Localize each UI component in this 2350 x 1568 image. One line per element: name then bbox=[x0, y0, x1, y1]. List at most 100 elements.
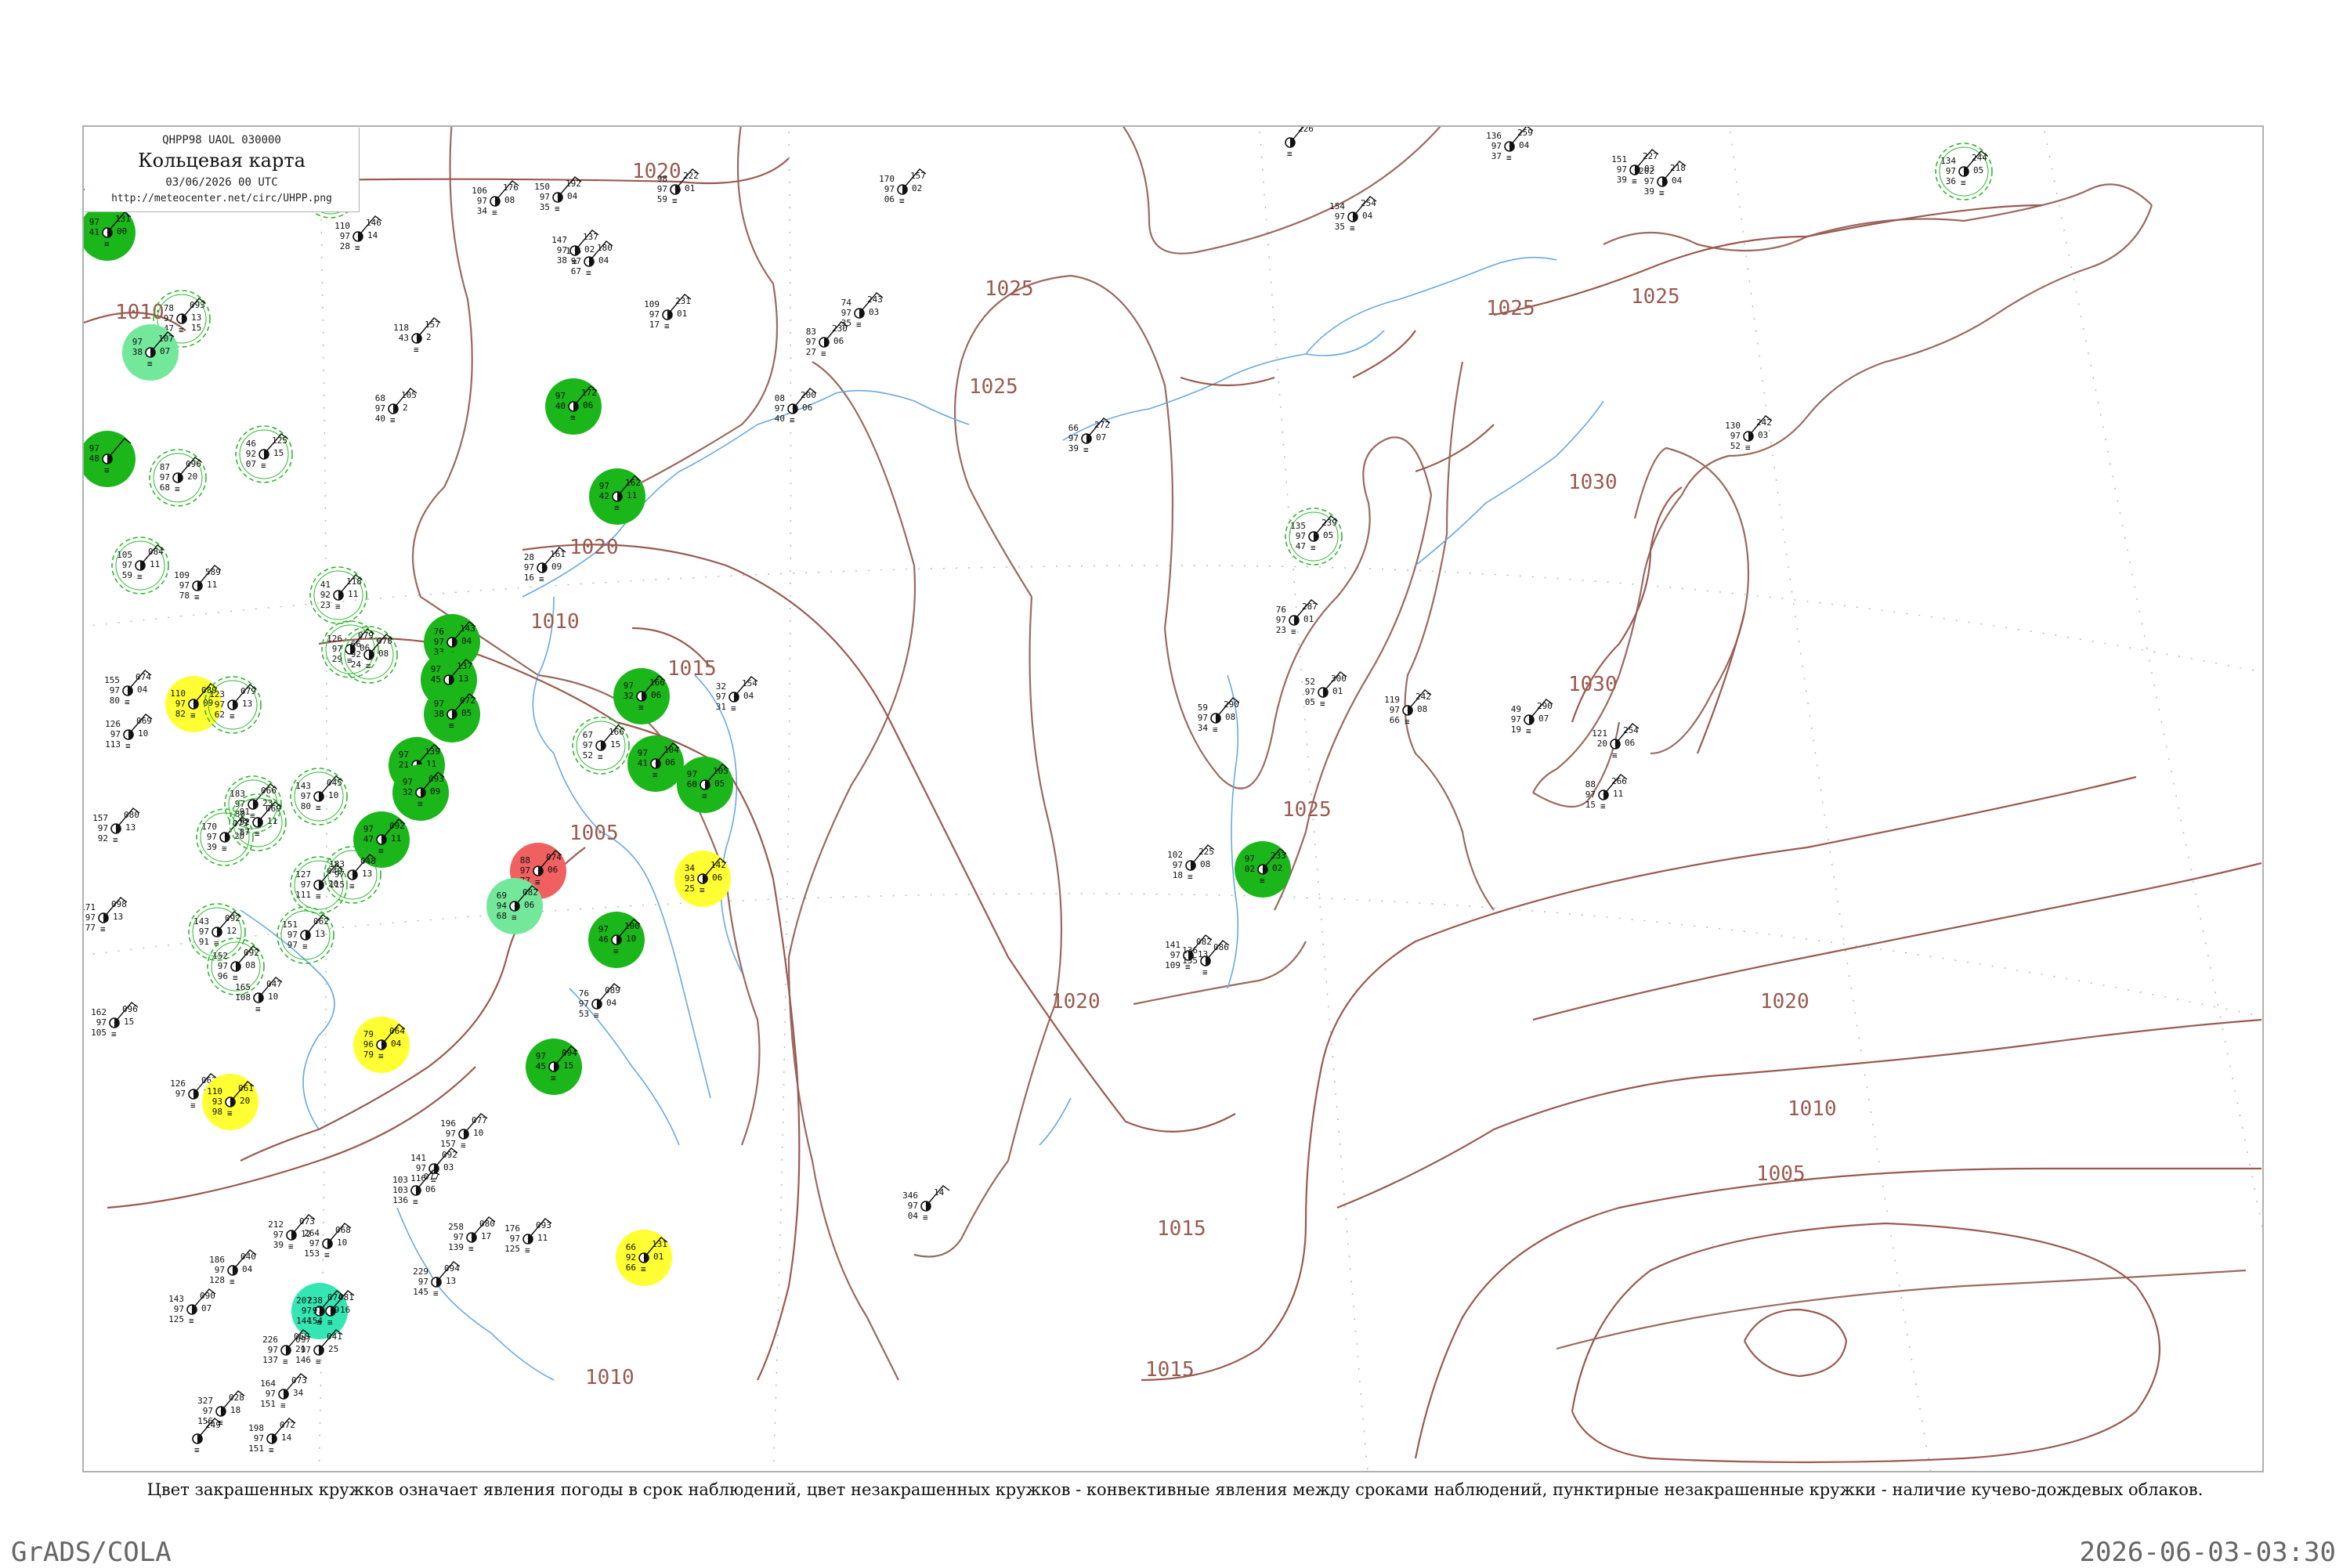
station-value: 66 bbox=[626, 1242, 636, 1252]
present-weather-icon: ≡ bbox=[468, 1244, 474, 1254]
station-plot[interactable]: 072 9738 05 ≡ bbox=[424, 686, 480, 742]
station-value: 97 bbox=[301, 791, 311, 801]
station-value: 153 bbox=[304, 1248, 320, 1259]
station-plot[interactable]: 073 16497151 34 ≡ bbox=[260, 1373, 308, 1411]
station-plot[interactable]: 093 17697125 11 ≡ bbox=[504, 1218, 552, 1255]
pressure-value: 074 bbox=[136, 672, 151, 682]
station-plot[interactable]: 272 669739 07 ≡ bbox=[1068, 417, 1111, 455]
station-plot[interactable]: 093 9732 09 ≡ bbox=[392, 764, 449, 821]
station-plot[interactable]: 080 1579792 13 ≡ bbox=[92, 807, 140, 845]
station-plot[interactable]: 089 769753 04 ≡ bbox=[579, 983, 621, 1021]
station-plot[interactable]: 040 18697128 04 ≡ bbox=[209, 1249, 257, 1287]
station-value: 66 bbox=[1390, 715, 1400, 725]
station-plot[interactable]: 131 669266 01 ≡ bbox=[616, 1230, 672, 1286]
map-url[interactable]: http://meteocenter.net/circ/UHPP.png bbox=[85, 193, 359, 204]
present-weather-icon: ≡ bbox=[598, 752, 603, 762]
station-plot[interactable]: 061 1109398 20 ≡ bbox=[202, 1074, 258, 1130]
station-plot[interactable]: 300 529705 01 ≡ bbox=[1305, 671, 1347, 709]
station-plot[interactable]: 162 9742 11 ≡ bbox=[589, 468, 645, 525]
station-plot[interactable]: 239 1359747 05 ≡ bbox=[1285, 508, 1343, 565]
station-plot[interactable]: 062151979713≡ bbox=[277, 906, 334, 964]
station-plot[interactable]: 142 349325 06 ≡ bbox=[674, 851, 731, 907]
station-plot[interactable]: 290 499719 07 ≡ bbox=[1511, 699, 1553, 736]
station-plot[interactable]: 154 329731 04 ≡ bbox=[716, 676, 758, 714]
station-plot[interactable]: 131 9741 00 ≡ bbox=[84, 204, 136, 261]
station-plot[interactable]: 098 1719777 13 ≡ bbox=[84, 897, 128, 934]
pressure-value: 266 bbox=[1611, 776, 1627, 786]
pressure-value: 143 bbox=[460, 623, 475, 634]
pressure-value: 092 bbox=[389, 821, 405, 831]
station-plot[interactable]: 589 1099778 11 ≡ bbox=[174, 565, 222, 602]
pressure-value: 079 bbox=[240, 686, 256, 696]
station-plot[interactable]: 146 1109728 14 ≡ bbox=[334, 215, 382, 253]
station-plot[interactable]: 231 1099717 01 ≡ bbox=[644, 294, 692, 331]
station-plot[interactable]: 096 879768 20 ≡ bbox=[149, 449, 207, 507]
station-plot[interactable]: 064 799679 04 ≡ bbox=[353, 1017, 410, 1073]
station-plot[interactable]: 287 769723 01 ≡ bbox=[1276, 599, 1318, 637]
station-plot[interactable]: 094 9745 15 ≡ bbox=[526, 1039, 582, 1095]
station-plot[interactable]: 290 599734 08 ≡ bbox=[1198, 697, 1240, 735]
station-value: 97 bbox=[884, 184, 895, 194]
present-weather-icon: ≡ bbox=[190, 1100, 196, 1111]
present-weather-icon: ≡ bbox=[539, 574, 544, 584]
station-plot[interactable]: 172 9740 06 ≡ bbox=[545, 378, 602, 435]
present-weather-icon: ≡ bbox=[349, 881, 355, 891]
tendency-value: 12 bbox=[301, 1229, 311, 1239]
station-plot[interactable]: 084 1059759 11 ≡ bbox=[111, 537, 169, 594]
station-value: 151 bbox=[1611, 154, 1627, 164]
station-plot[interactable]: 072 19897151 14 ≡ bbox=[248, 1418, 296, 1455]
station-plot[interactable]: 230 839727 06 ≡ bbox=[806, 321, 848, 359]
station-plot[interactable]: 118 419223 11 ≡ bbox=[309, 566, 367, 624]
pressure-value: 157 bbox=[910, 171, 926, 181]
station-plot[interactable]: 157 1709706 02 ≡ bbox=[879, 168, 927, 206]
station-plot[interactable]: 077 19697157 10 ≡ bbox=[440, 1113, 488, 1151]
station-plot[interactable]: 226 ≡ bbox=[1285, 127, 1314, 159]
present-weather-icon: ≡ bbox=[283, 1357, 288, 1367]
station-plot[interactable]: 069 12697113 10 ≡ bbox=[105, 714, 153, 751]
map-canvas[interactable]: 1020101010201010101510051025102510251030… bbox=[84, 127, 2264, 1472]
station-value: 35 bbox=[540, 202, 550, 212]
station-plot[interactable]: 9748 ≡ bbox=[84, 431, 136, 487]
station-plot[interactable]: 100 9746 10 ≡ bbox=[588, 912, 645, 968]
station-plot[interactable]: 200 089740 06 ≡ bbox=[775, 388, 817, 425]
tendency-value: 05 bbox=[714, 779, 725, 789]
station-plot[interactable]: 094 22997145 13 ≡ bbox=[413, 1261, 461, 1299]
station-value: 24 bbox=[351, 659, 362, 670]
station-plot[interactable]: 242 1309752 03 ≡ bbox=[1725, 415, 1773, 453]
station-value: 97 bbox=[1585, 789, 1596, 800]
station-plot[interactable]: 225 1029718 08 ≡ bbox=[1167, 844, 1215, 882]
station-plot[interactable]: 166 9732 06 ≡ bbox=[613, 668, 670, 724]
station-plot[interactable]: 244 1349736 05 ≡ bbox=[1935, 143, 1993, 201]
station-plot[interactable]: 105 9760 05 ≡ bbox=[677, 757, 733, 813]
present-weather-icon: ≡ bbox=[1506, 153, 1512, 163]
pressure-value: 090 bbox=[200, 1291, 215, 1301]
station-plot[interactable]: 080 25897139 17 ≡ bbox=[448, 1216, 496, 1254]
station-plot[interactable]: 166 679752 15 ≡ bbox=[572, 717, 630, 775]
station-plot[interactable]: 104 9741 06 ≡ bbox=[627, 735, 684, 792]
tendency-value: 04 bbox=[1672, 175, 1683, 186]
station-plot[interactable]: 157 11843 2 ≡ bbox=[393, 317, 441, 355]
station-plot[interactable]: 259 1369737 04 ≡ bbox=[1486, 127, 1534, 163]
station-plot[interactable]: 105 689740 2 ≡ bbox=[375, 388, 418, 425]
station-plot[interactable]: 14 3469704 ≡ bbox=[902, 1185, 950, 1223]
pressure-value: 081 bbox=[338, 1292, 354, 1302]
station-plot[interactable]: 242 1199766 08 ≡ bbox=[1384, 689, 1432, 727]
station-plot[interactable]: 073 2129739 12 ≡ bbox=[268, 1214, 316, 1252]
station-value: 141 bbox=[1165, 940, 1180, 950]
station-plot[interactable]: 161 289716 09 ≡ bbox=[524, 547, 566, 584]
station-plot[interactable]: 082 699468 06 ≡ bbox=[486, 878, 543, 934]
station-plot[interactable]: 074 1559780 04 ≡ bbox=[104, 670, 152, 707]
station-plot[interactable]: 090 14397125 07 ≡ bbox=[168, 1288, 216, 1326]
station-plot[interactable]: 045 1439780 10 ≡ bbox=[290, 768, 348, 826]
station-plot[interactable]: 176 1069734 08 ≡ bbox=[472, 180, 519, 218]
station-plot[interactable]: 254 12120 06 ≡ bbox=[1592, 723, 1640, 761]
station-plot[interactable]: 096 16297105 15 ≡ bbox=[91, 1002, 139, 1039]
station-plot[interactable]: 192 1509735 04 ≡ bbox=[534, 176, 582, 214]
station-plot[interactable]: 125 469207 15 ≡ bbox=[235, 425, 293, 483]
station-plot[interactable]: 2339702 02≡ bbox=[1235, 841, 1291, 898]
station-plot[interactable]: 107 9738 07 ≡ bbox=[122, 324, 179, 381]
pressure-value: 084 bbox=[148, 547, 164, 557]
station-plot[interactable]: 254 1549735 04 ≡ bbox=[1329, 196, 1377, 233]
tendency-value: 00 bbox=[117, 226, 127, 237]
station-plot[interactable]: 266 889715 11 ≡ bbox=[1585, 774, 1628, 811]
